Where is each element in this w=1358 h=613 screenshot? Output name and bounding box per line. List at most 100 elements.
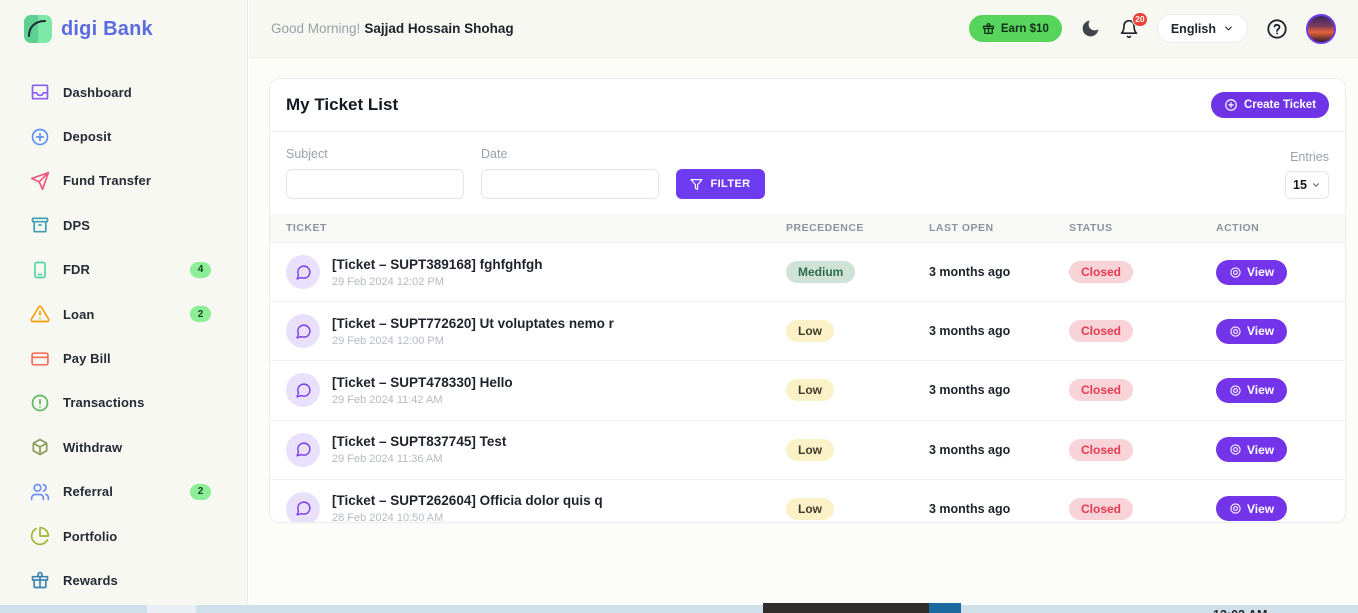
status-badge: Closed: [1069, 320, 1133, 342]
sidebar-item-fund-transfer[interactable]: Fund Transfer: [0, 159, 247, 203]
sidebar-item-fdr[interactable]: FDR 4: [0, 248, 247, 292]
sidebar-item-label: Loan: [63, 307, 94, 322]
ticket-date: 29 Feb 2024 11:42 AM: [332, 394, 513, 406]
ticket-title: [Ticket – SUPT837745] Test: [332, 434, 506, 449]
page-title: My Ticket List: [286, 95, 398, 115]
sidebar-item-pay-bill[interactable]: Pay Bill: [0, 336, 247, 380]
subject-input[interactable]: [286, 169, 464, 199]
help-icon: [1266, 18, 1288, 40]
ticket-title: [Ticket – SUPT389168] fghfghfgh: [332, 257, 543, 272]
sidebar-nav: Dashboard Deposit Fund Transfer DPS FDR …: [0, 58, 247, 603]
sidebar-item-loan[interactable]: Loan 2: [0, 292, 247, 336]
language-label: English: [1171, 22, 1216, 36]
table-row: [Ticket – SUPT837745] Test 29 Feb 2024 1…: [270, 420, 1345, 479]
sidebar-item-rewards[interactable]: Rewards: [0, 558, 247, 602]
subject-label: Subject: [286, 147, 464, 161]
sidebar-item-transactions[interactable]: Transactions: [0, 381, 247, 425]
view-button[interactable]: View: [1216, 260, 1287, 285]
notifications-button[interactable]: 20: [1119, 19, 1139, 39]
send-icon: [30, 171, 50, 191]
view-label: View: [1247, 383, 1274, 397]
taskbar-app-segment[interactable]: [763, 603, 929, 613]
sidebar-item-dps[interactable]: DPS: [0, 203, 247, 247]
ticket-date: 29 Feb 2024 12:00 PM: [332, 335, 614, 347]
eye-icon: [1229, 502, 1242, 515]
sidebar-item-label: Referral: [63, 484, 113, 499]
chevron-down-icon: [1311, 180, 1321, 190]
column-header-last-open: LAST OPEN: [929, 222, 1069, 234]
ticket-title: [Ticket – SUPT478330] Hello: [332, 375, 513, 390]
help-button[interactable]: [1266, 18, 1288, 40]
plus-circle-icon: [30, 127, 50, 147]
ticket-title: [Ticket – SUPT262604] Officia dolor quis…: [332, 493, 603, 508]
view-button[interactable]: View: [1216, 437, 1287, 462]
filter-button[interactable]: FILTER: [676, 169, 765, 199]
precedence-badge: Low: [786, 320, 834, 342]
date-label: Date: [481, 147, 659, 161]
column-header-precedence: PRECEDENCE: [786, 222, 929, 234]
taskbar-clock: 12:02 AM: [1213, 608, 1343, 613]
brand-logo[interactable]: digi Bank: [0, 0, 247, 58]
sidebar-item-label: Withdraw: [63, 440, 122, 455]
sidebar-item-label: Fund Transfer: [63, 173, 151, 188]
precedence-badge: Low: [786, 498, 834, 520]
funnel-icon: [690, 178, 703, 191]
sidebar-item-referral[interactable]: Referral 2: [0, 470, 247, 514]
language-dropdown[interactable]: English: [1157, 14, 1248, 43]
view-button[interactable]: View: [1216, 319, 1287, 344]
sidebar-item-label: Transactions: [63, 395, 144, 410]
table-header-row: TICKET PRECEDENCE LAST OPEN STATUS ACTIO…: [270, 214, 1345, 242]
eye-icon: [1229, 325, 1242, 338]
last-open-value: 3 months ago: [929, 265, 1069, 279]
avatar[interactable]: [1306, 14, 1336, 44]
chat-bubble-icon: [286, 492, 320, 523]
loan-count-badge: 2: [190, 306, 211, 322]
entries-value: 15: [1293, 178, 1307, 192]
greeting-text: Good Morning!Sajjad Hossain Shohag: [271, 21, 514, 36]
earn-label: Earn $10: [1001, 23, 1049, 35]
sidebar-item-deposit[interactable]: Deposit: [0, 114, 247, 158]
referral-count-badge: 2: [190, 484, 211, 500]
view-label: View: [1247, 502, 1274, 516]
sidebar-item-dashboard[interactable]: Dashboard: [0, 70, 247, 114]
ticket-date: 29 Feb 2024 11:36 AM: [332, 453, 506, 465]
taskbar-accent-segment[interactable]: [929, 603, 961, 613]
ticket-date: 28 Feb 2024 10:50 AM: [332, 512, 603, 523]
fdr-count-badge: 4: [190, 262, 211, 278]
sidebar-item-withdraw[interactable]: Withdraw: [0, 425, 247, 469]
brand-name: digi Bank: [61, 18, 153, 41]
device-icon: [30, 260, 50, 280]
earn-button[interactable]: Earn $10: [969, 15, 1062, 42]
archive-box-icon: [30, 215, 50, 235]
entries-select[interactable]: 15: [1285, 171, 1329, 199]
gift-icon: [982, 22, 995, 35]
alert-circle-icon: [30, 393, 50, 413]
sidebar-item-portfolio[interactable]: Portfolio: [0, 514, 247, 558]
table-row: [Ticket – SUPT389168] fghfghfgh 29 Feb 2…: [270, 242, 1345, 301]
notification-count-badge: 20: [1132, 12, 1148, 27]
precedence-badge: Low: [786, 439, 834, 461]
chat-bubble-icon: [286, 433, 320, 467]
plus-circle-icon: [1224, 98, 1238, 112]
taskbar-sliver: 12:02 AM: [0, 605, 1358, 613]
create-ticket-button[interactable]: Create Ticket: [1211, 92, 1329, 118]
precedence-badge: Medium: [786, 261, 855, 283]
sidebar-item-label: Rewards: [63, 573, 118, 588]
column-header-ticket: TICKET: [286, 222, 786, 234]
last-open-value: 3 months ago: [929, 324, 1069, 338]
date-input[interactable]: [481, 169, 659, 199]
sidebar-item-label: Deposit: [63, 129, 111, 144]
chat-bubble-icon: [286, 373, 320, 407]
moon-icon: [1080, 18, 1101, 39]
scrollbar-thumb[interactable]: [147, 605, 196, 613]
chat-bubble-icon: [286, 255, 320, 289]
view-button[interactable]: View: [1216, 378, 1287, 403]
sidebar-item-label: Pay Bill: [63, 351, 111, 366]
last-open-value: 3 months ago: [929, 443, 1069, 457]
view-button[interactable]: View: [1216, 496, 1287, 521]
dark-mode-toggle[interactable]: [1080, 18, 1101, 39]
credit-card-icon: [30, 349, 50, 369]
chat-bubble-icon: [286, 314, 320, 348]
sidebar-item-label: DPS: [63, 218, 90, 233]
sidebar: digi Bank Dashboard Deposit Fund Transfe…: [0, 0, 248, 605]
